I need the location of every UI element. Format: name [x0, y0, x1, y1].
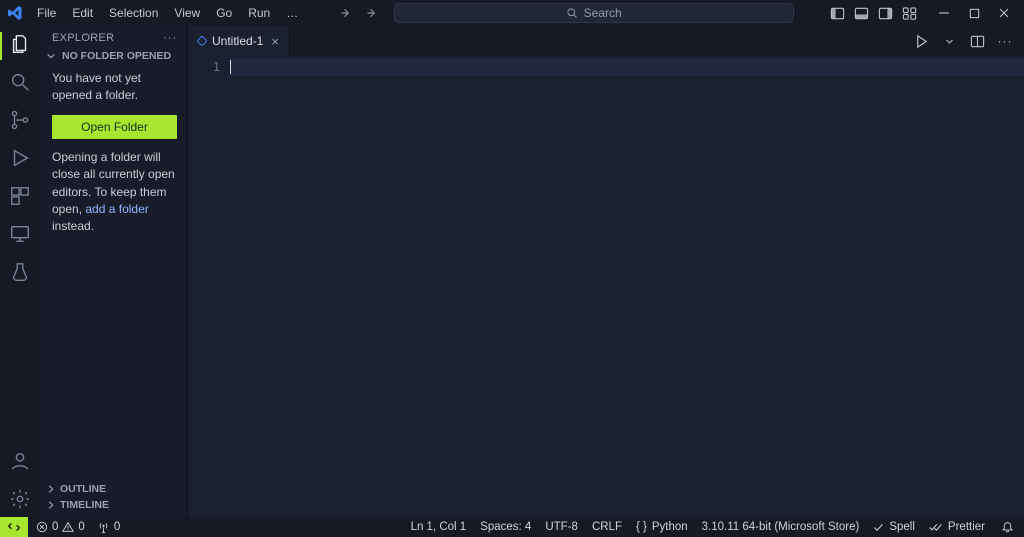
menu-selection[interactable]: Selection — [102, 4, 165, 22]
status-ports[interactable]: 0 — [97, 521, 120, 534]
status-cursor-position[interactable]: Ln 1, Col 1 — [411, 521, 467, 533]
search-placeholder: Search — [584, 6, 622, 20]
text-cursor — [230, 60, 231, 74]
double-check-icon — [929, 522, 943, 533]
chevron-down-icon — [46, 51, 58, 61]
editor-area[interactable]: 1 — [188, 56, 1024, 517]
menu-view[interactable]: View — [167, 4, 207, 22]
search-icon — [566, 7, 578, 19]
section-no-folder-opened[interactable]: NO FOLDER OPENED — [40, 48, 187, 64]
editor-group: Untitled-1 × ··· 1 — [188, 26, 1024, 517]
menu-bar: File Edit Selection View Go Run … — [30, 4, 305, 22]
section-outline-label: OUTLINE — [60, 483, 106, 495]
editor-gutter: 1 — [188, 56, 230, 517]
help-text-post: instead. — [52, 219, 94, 233]
status-errors-count: 0 — [52, 521, 58, 533]
activity-testing-icon[interactable] — [8, 260, 32, 284]
status-spell[interactable]: Spell — [873, 521, 915, 533]
status-problems[interactable]: 0 0 — [36, 521, 85, 533]
current-line-highlight — [230, 58, 1024, 76]
window-close-icon[interactable] — [994, 3, 1014, 23]
tabs-row: Untitled-1 × ··· — [188, 26, 1024, 56]
menu-more-icon[interactable]: … — [279, 4, 305, 22]
menu-edit[interactable]: Edit — [65, 4, 100, 22]
status-spell-label: Spell — [889, 521, 915, 533]
activity-accounts-icon[interactable] — [8, 449, 32, 473]
check-icon — [873, 522, 884, 533]
status-language-label: Python — [652, 521, 688, 533]
run-file-icon[interactable] — [912, 32, 930, 50]
customize-layout-icon[interactable] — [900, 4, 918, 22]
window-maximize-icon[interactable] — [964, 3, 984, 23]
editor-content[interactable] — [230, 56, 1024, 517]
status-warnings-count: 0 — [78, 521, 84, 533]
status-indentation[interactable]: Spaces: 4 — [480, 521, 531, 533]
status-ports-count: 0 — [114, 521, 120, 533]
nav-back-icon[interactable] — [340, 7, 354, 19]
toggle-primary-sidebar-icon[interactable] — [828, 4, 846, 22]
sidebar-title: EXPLORER — [52, 32, 114, 44]
activity-explorer-icon[interactable] — [8, 32, 32, 56]
status-bar: 0 0 0 Ln 1, Col 1 Spaces: 4 UTF-8 CRLF {… — [0, 517, 1024, 537]
status-encoding[interactable]: UTF-8 — [545, 521, 578, 533]
editor-more-icon[interactable]: ··· — [996, 32, 1014, 50]
activity-source-control-icon[interactable] — [8, 108, 32, 132]
tab-untitled-1[interactable]: Untitled-1 × — [188, 26, 290, 56]
chevron-right-icon — [46, 500, 56, 510]
notifications-bell-icon[interactable] — [1001, 521, 1014, 534]
activity-bar — [0, 26, 40, 517]
menu-go[interactable]: Go — [209, 4, 239, 22]
line-number-1: 1 — [188, 60, 220, 74]
add-folder-link[interactable]: add a folder — [85, 202, 148, 216]
status-python-interpreter[interactable]: 3.10.11 64-bit (Microsoft Store) — [702, 521, 860, 533]
section-outline[interactable]: OUTLINE — [40, 481, 187, 497]
radio-tower-icon — [97, 521, 110, 534]
status-prettier[interactable]: Prettier — [929, 521, 985, 533]
error-icon — [36, 521, 48, 533]
status-prettier-label: Prettier — [948, 521, 985, 533]
activity-run-debug-icon[interactable] — [8, 146, 32, 170]
tab-label: Untitled-1 — [212, 34, 263, 48]
open-folder-help: Opening a folder will close all currentl… — [52, 149, 177, 236]
activity-remote-explorer-icon[interactable] — [8, 222, 32, 246]
no-folder-message: You have not yet opened a folder. — [52, 70, 177, 105]
activity-extensions-icon[interactable] — [8, 184, 32, 208]
title-bar: File Edit Selection View Go Run … Search — [0, 0, 1024, 26]
file-modified-icon — [196, 35, 207, 46]
status-language-mode[interactable]: { } Python — [636, 521, 688, 533]
sidebar-more-icon[interactable]: ··· — [163, 32, 177, 44]
command-center-search[interactable]: Search — [394, 3, 794, 23]
workbench-main: EXPLORER ··· NO FOLDER OPENED You have n… — [0, 26, 1024, 517]
nav-forward-icon[interactable] — [366, 7, 380, 19]
title-center: Search — [305, 3, 828, 23]
remote-indicator-icon[interactable] — [0, 517, 28, 537]
toggle-secondary-sidebar-icon[interactable] — [876, 4, 894, 22]
menu-run[interactable]: Run — [241, 4, 277, 22]
run-dropdown-icon[interactable] — [940, 32, 958, 50]
open-folder-button[interactable]: Open Folder — [52, 115, 177, 139]
split-editor-icon[interactable] — [968, 32, 986, 50]
status-eol[interactable]: CRLF — [592, 521, 622, 533]
chevron-right-icon — [46, 484, 56, 494]
activity-settings-icon[interactable] — [8, 487, 32, 511]
window-minimize-icon[interactable] — [934, 3, 954, 23]
toggle-panel-icon[interactable] — [852, 4, 870, 22]
activity-active-indicator — [0, 32, 2, 60]
warning-icon — [62, 521, 74, 533]
section-no-folder-label: NO FOLDER OPENED — [62, 50, 171, 62]
app-root: File Edit Selection View Go Run … Search — [0, 0, 1024, 537]
section-timeline-label: TIMELINE — [60, 499, 109, 511]
activity-search-icon[interactable] — [8, 70, 32, 94]
sidebar-explorer: EXPLORER ··· NO FOLDER OPENED You have n… — [40, 26, 188, 517]
title-right — [828, 3, 1020, 23]
vscode-logo-icon — [4, 5, 26, 21]
section-timeline[interactable]: TIMELINE — [40, 497, 187, 513]
language-brackets-icon: { } — [636, 521, 647, 533]
menu-file[interactable]: File — [30, 4, 63, 22]
tab-close-icon[interactable]: × — [269, 35, 281, 48]
